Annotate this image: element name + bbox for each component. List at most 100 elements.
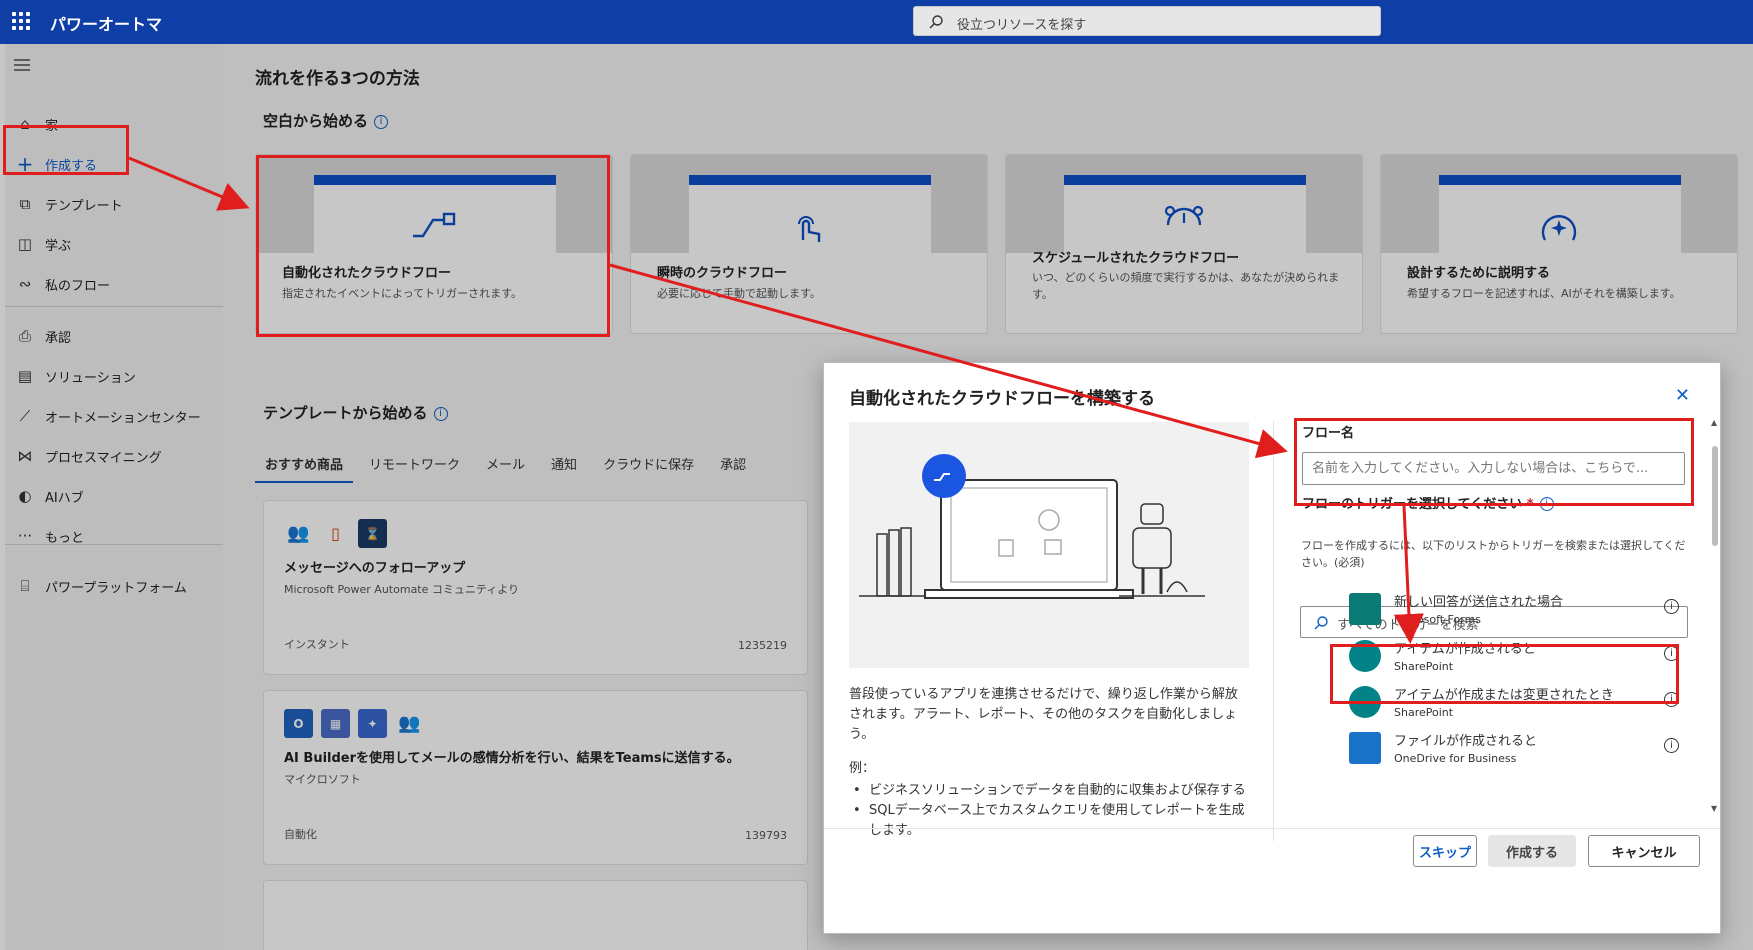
card-automated-flow[interactable]: 自動化されたクラウドフロー 指定されたイベントによってトリガーされます。: [255, 154, 613, 334]
nav-my-flows[interactable]: ∾ 私のフロー: [5, 266, 223, 302]
nav-label: 承認: [45, 330, 72, 346]
nav-label: パワープラットフォーム: [45, 580, 187, 596]
template-icon: ⧉: [19, 195, 31, 213]
trigger-help-text: フローを作成するには、以下のリストからトリガーを検索または選択してください。(必…: [1301, 539, 1686, 569]
info-icon[interactable]: i: [374, 115, 389, 129]
dialog-description: 普段使っているアプリを連携させるだけで、繰り返し作業から解放されます。アラート、…: [849, 687, 1238, 742]
nav-ai-hub[interactable]: ◐ AIハブ: [5, 478, 223, 514]
trigger-label: フローのトリガーを選択してください: [1302, 497, 1523, 512]
laptop-robot-illustration: [859, 454, 1205, 599]
nav-approvals[interactable]: ⎙ 承認: [5, 318, 223, 354]
info-icon[interactable]: i: [1664, 646, 1679, 661]
template-section-heading: テンプレートから始める i: [263, 402, 448, 423]
divider: [1273, 421, 1274, 841]
trigger-source: SharePoint: [1394, 706, 1454, 719]
flow-name-label: フロー名: [1302, 426, 1355, 441]
trigger-source: SharePoint: [1394, 660, 1454, 673]
nav-label: ソリューション: [45, 370, 136, 386]
trigger-option[interactable]: アイテムが作成または変更されたとき SharePoint i: [1349, 678, 1679, 724]
book-icon: ◫: [17, 235, 33, 253]
trigger-name: 新しい回答が送信された場合: [1394, 595, 1564, 610]
table-icon: ▦: [321, 709, 350, 738]
skip-button[interactable]: スキップ: [1413, 835, 1477, 867]
app-title[interactable]: パワーオートマ: [50, 11, 162, 35]
nav-label: 作成する: [45, 158, 98, 174]
nav-divider: [5, 544, 223, 545]
trigger-name: ファイルが作成されると: [1394, 734, 1538, 749]
alarm-clock-icon: [1164, 205, 1204, 226]
template-source: マイクロソフト: [284, 773, 361, 786]
connector-icons: O ▦ ✦ 👥: [284, 709, 424, 738]
dialog-footer-divider: [824, 828, 1720, 829]
left-nav: ⌂ 家 + 作成する ⧉ テンプレート ◫ 学ぶ ∾ 私のフロー ⎙ 承認 ▤ ソリューション…: [5, 44, 223, 950]
card-title: 設計するために説明する: [1407, 266, 1551, 281]
info-icon[interactable]: i: [433, 407, 448, 421]
template-title: メッセージへのフォローアップ: [284, 561, 466, 576]
hamburger-menu-icon[interactable]: [13, 58, 31, 72]
card-scheduled-flow[interactable]: スケジュールされたクラウドフロー いつ、どのくらいの頻度で実行するかは、あなたが…: [1005, 154, 1363, 334]
info-icon[interactable]: i: [1664, 599, 1679, 614]
scroll-thumb[interactable]: [1712, 446, 1718, 546]
create-button[interactable]: 作成する: [1488, 835, 1576, 867]
trigger-option[interactable]: ファイルが作成されると OneDrive for Business i: [1349, 724, 1679, 770]
template-card[interactable]: [263, 880, 808, 950]
scroll-up-icon[interactable]: ▲: [1711, 418, 1717, 427]
power-platform-icon: ⌸: [20, 577, 30, 595]
sharepoint-icon: [1349, 640, 1381, 672]
template-card[interactable]: 👥 ▯ ⌛ メッセージへのフォローアップ Microsoft Power Aut…: [263, 500, 808, 675]
template-title: AI Builderを使用してメールの感情分析を行い、結果をTeamsに送信する…: [284, 751, 740, 766]
tab-email[interactable]: メール: [476, 454, 535, 483]
example-item: ビジネスソリューションでデータを自動的に収集および保存する: [849, 781, 1249, 801]
nav-power-platform[interactable]: ⌸ パワープラットフォーム: [5, 568, 223, 604]
teams-icon: 👥: [284, 519, 313, 548]
build-automated-flow-dialog: 自動化されたクラウドフローを構築する ✕ 普段使っているアプリを連携させるだけで…: [823, 362, 1721, 934]
close-icon[interactable]: ✕: [1675, 385, 1690, 406]
template-card[interactable]: O ▦ ✦ 👥 AI Builderを使用してメールの感情分析を行い、結果をTe…: [263, 690, 808, 865]
nav-label: 学ぶ: [45, 238, 72, 254]
nav-label: AIハブ: [45, 490, 84, 506]
template-tabs: おすすめ商品 リモートワーク メール 通知 クラウドに保存 承認: [255, 454, 762, 483]
template-source: Microsoft Power Automate コミュニティより: [284, 583, 520, 596]
connector-icons: 👥 ▯ ⌛: [284, 519, 387, 548]
nav-label: もっと: [45, 530, 85, 546]
tab-remote-work[interactable]: リモートワーク: [359, 454, 470, 483]
dialog-scrollbar[interactable]: ▲ ▼: [1711, 418, 1719, 818]
nav-learn[interactable]: ◫ 学ぶ: [5, 226, 223, 262]
delay-icon: ⌛: [358, 519, 387, 548]
card-desc: 指定されたイベントによってトリガーされます。: [282, 287, 523, 300]
cancel-button[interactable]: キャンセル: [1588, 835, 1700, 867]
nav-templates[interactable]: ⧉ テンプレート: [5, 186, 223, 222]
microsoft-forms-icon: [1349, 593, 1381, 625]
scroll-down-icon[interactable]: ▼: [1711, 804, 1717, 813]
approval-icon: ⎙: [18, 327, 31, 345]
nav-more[interactable]: ··· もっと: [5, 518, 223, 554]
required-mark: *: [1526, 497, 1534, 512]
trigger-option[interactable]: 新しい回答が送信された場合 Microsoft Forms i: [1349, 585, 1679, 631]
trigger-name: アイテムが作成または変更されたとき: [1394, 688, 1614, 703]
card-describe-to-design[interactable]: 設計するために説明する 希望するフローを記述すれば、AIがそれを構築します。: [1380, 154, 1738, 334]
app-launcher-icon[interactable]: [12, 12, 30, 30]
info-icon[interactable]: i: [1664, 738, 1679, 753]
nav-automation-center[interactable]: ⟋ オートメーションセンター: [5, 398, 223, 434]
dialog-title: 自動化されたクラウドフローを構築する: [849, 389, 1155, 409]
tab-featured[interactable]: おすすめ商品: [255, 454, 354, 483]
flow-name-input[interactable]: [1302, 452, 1685, 485]
template-usage-count: 139793: [745, 829, 787, 842]
process-mining-icon: ⋈: [17, 447, 33, 465]
nav-process-mining[interactable]: ⋈ プロセスマイニング: [5, 438, 223, 474]
nav-solutions[interactable]: ▤ ソリューション: [5, 358, 223, 394]
office-icon: ▯: [321, 519, 350, 548]
nav-create[interactable]: + 作成する: [5, 146, 223, 182]
card-instant-flow[interactable]: 瞬時のクラウドフロー 必要に応じて手動で起動します。: [630, 154, 988, 334]
tab-notifications[interactable]: 通知: [541, 454, 587, 483]
ai-hub-icon: ◐: [18, 487, 32, 505]
tab-approvals[interactable]: 承認: [710, 454, 756, 483]
resource-search[interactable]: 役立つリソースを探す: [913, 6, 1381, 36]
nav-home[interactable]: ⌂ 家: [5, 106, 223, 142]
tab-save-to-cloud[interactable]: クラウドに保存: [593, 454, 704, 483]
automated-flow-icon: [413, 212, 456, 238]
info-icon[interactable]: i: [1664, 692, 1679, 707]
card-title: スケジュールされたクラウドフロー: [1032, 251, 1240, 266]
info-icon[interactable]: i: [1539, 497, 1554, 511]
trigger-option[interactable]: アイテムが作成されると SharePoint i: [1349, 632, 1679, 678]
